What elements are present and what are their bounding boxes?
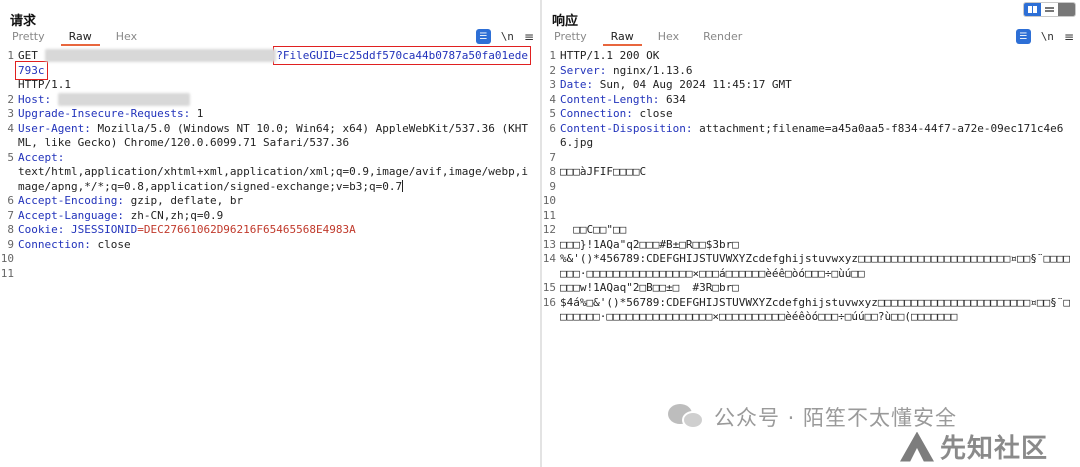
binary-body: $4á%□&'()*56789:CDEFGHIJSTUVWXYZcdefghij… <box>560 295 1070 324</box>
header-line: 6 Accept-Encoding: gzip, deflate, br <box>7 194 244 207</box>
tab-pretty[interactable]: Pretty <box>4 30 53 46</box>
header-line: 2 Host: xxx.xxx.xxx.xxx:xxxx <box>0 92 540 108</box>
split-horizontal-icon[interactable] <box>1024 3 1041 16</box>
wrap-lines-icon[interactable]: ☰ <box>475 29 491 44</box>
header-line: 4 User-Agent: Mozilla/5.0 (Windows NT 10… <box>7 121 528 150</box>
header-line: 5 Accept: text/html,application/xhtml+xm… <box>7 150 528 193</box>
status-line: HTTP/1.1 200 OK <box>560 49 660 62</box>
line-number: 1 <box>7 49 14 62</box>
cookie-value: =DEC27661062D96216F65465568E4983A <box>137 223 356 236</box>
header-line: 7 Accept-Language: zh-CN,zh;q=0.9 <box>7 208 224 222</box>
menu-icon[interactable]: ≡ <box>1064 30 1074 44</box>
split-vertical-icon[interactable] <box>1041 3 1058 16</box>
binary-body: □□□àJFIF□□□□C <box>560 165 647 178</box>
xianzhi-logo: 先知社区 <box>900 428 1048 465</box>
request-editor[interactable]: 1 GET /xxxxxxxxxxx/xxxxxxxxxxxxxxxx/xxxx… <box>0 46 540 467</box>
tab-raw[interactable]: Raw <box>602 30 642 46</box>
request-title: 请求 <box>10 14 37 29</box>
newline-toggle-icon[interactable]: \n <box>1041 30 1054 43</box>
redacted-path: /xxxxxxxxxxx/xxxxxxxxxxxxxxxx/xxxxx <box>44 49 277 62</box>
response-title: 响应 <box>552 14 579 29</box>
request-line: 1 GET /xxxxxxxxxxx/xxxxxxxxxxxxxxxx/xxxx… <box>0 46 540 93</box>
header-line: 9 Connection: close <box>7 237 131 251</box>
request-tools: ☰ \n ≡ <box>475 29 534 44</box>
empty-line: 11 <box>0 266 14 280</box>
header-line: 3 Upgrade-Insecure-Requests: 1 <box>7 107 204 120</box>
header-key: Host: <box>18 92 52 106</box>
binary-body: □□C□□"□□ <box>560 223 627 236</box>
tab-hex[interactable]: Hex <box>650 30 687 46</box>
request-pane: 请求 Pretty Raw Hex ☰ \n ≡ 1 GET /xxxxxxxx… <box>0 0 540 467</box>
xianzhi-logo-text: 先知社区 <box>940 434 1049 464</box>
redacted-host: xxx.xxx.xxx.xxx:xxxx <box>57 92 191 106</box>
binary-body: □□□w!1AQaq"2□B□□±□ #3R□br□ <box>560 281 739 294</box>
cookie-name: JSESSIONID <box>70 223 138 236</box>
wrap-lines-icon[interactable]: ☰ <box>1015 29 1031 44</box>
tab-pretty[interactable]: Pretty <box>546 30 595 46</box>
text-cursor <box>402 179 404 192</box>
menu-icon[interactable]: ≡ <box>524 30 534 44</box>
binary-body: □□□}!1AQa"q2□□□#B±□R□□$3br□ <box>560 237 739 251</box>
empty-line: 10 <box>0 252 14 265</box>
header-line: 8 Cookie: JSESSIONID=DEC27661062D96216F6… <box>7 223 356 236</box>
wechat-icon <box>668 402 706 432</box>
tab-hex[interactable]: Hex <box>108 30 145 46</box>
tab-raw[interactable]: Raw <box>60 30 100 46</box>
http-method: GET <box>18 49 38 62</box>
layout-toggle[interactable] <box>1023 2 1076 17</box>
single-pane-icon[interactable] <box>1058 3 1075 16</box>
http-version: HTTP/1.1 <box>18 78 71 91</box>
xianzhi-logo-icon <box>900 431 934 462</box>
response-tabs: Pretty Raw Hex Render <box>546 30 758 46</box>
request-tabs: Pretty Raw Hex <box>4 30 153 46</box>
response-tools: ☰ \n ≡ <box>1015 29 1074 44</box>
tab-render[interactable]: Render <box>695 30 750 46</box>
binary-body: %&'()*456789:CDEFGHIJSTUVWXYZcdefghijstu… <box>560 252 1070 280</box>
response-pane: 响应 Pretty Raw Hex Render ☰ \n ≡ 1 HTTP/1.… <box>542 0 1080 467</box>
newline-toggle-icon[interactable]: \n <box>501 30 514 43</box>
